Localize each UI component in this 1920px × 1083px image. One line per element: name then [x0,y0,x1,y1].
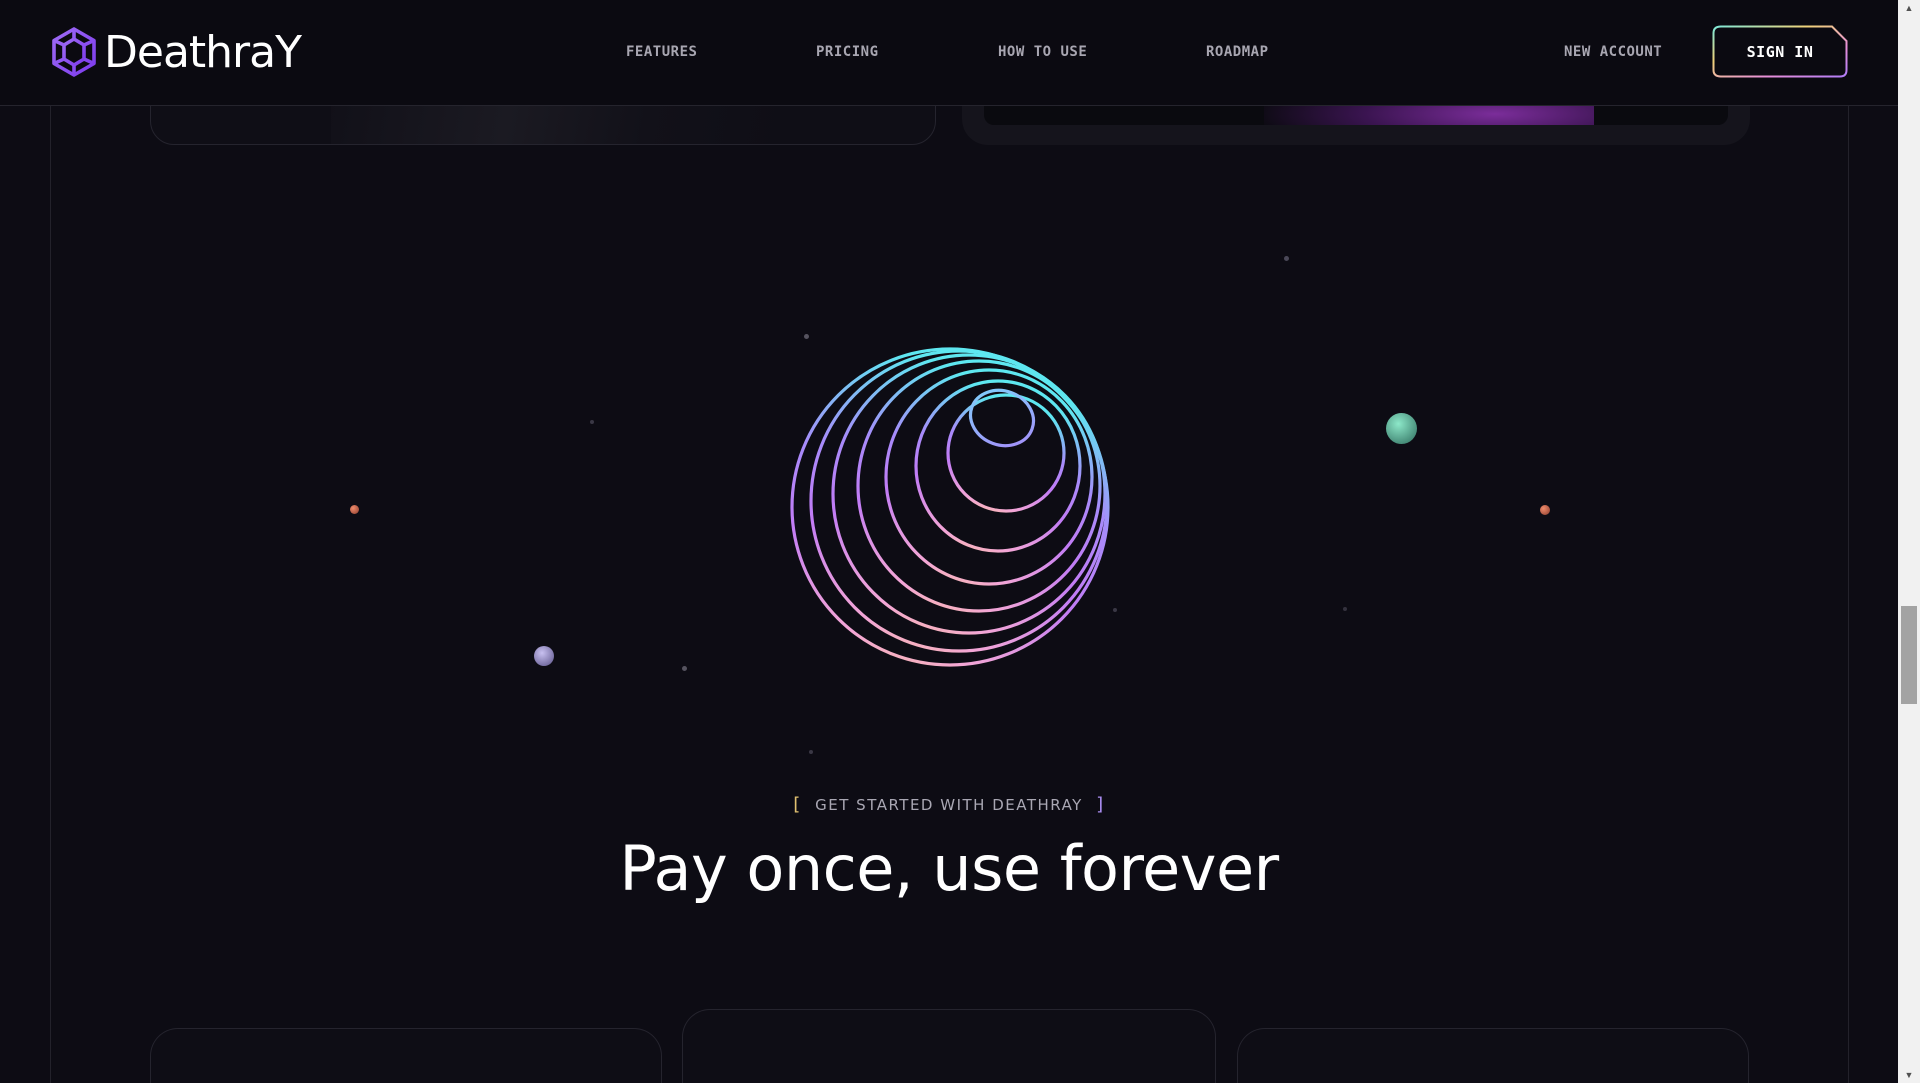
pricing-card-center [682,1009,1216,1083]
hex-knot-icon [52,27,96,77]
eyebrow-bracket-close: ] [1094,794,1108,815]
eyebrow-bracket-open: [ [790,794,804,815]
star-dot [804,334,809,339]
pricing-card-left [150,1028,662,1083]
logo[interactable]: DeathraY [48,26,302,78]
frame-line-left [50,105,51,1083]
new-account-link[interactable]: NEW ACCOUNT [1564,44,1662,60]
planet-dot [350,505,359,514]
planet-dot [1540,505,1550,515]
star-dot [590,420,594,424]
section-headline: Pay once, use forever [619,832,1279,905]
sign-in-label: SIGN IN [1746,42,1814,61]
planet-dot [534,646,554,666]
planet-dot [1386,413,1417,444]
star-dot [809,750,813,754]
nav-features[interactable]: FEATURES [626,44,697,60]
pricing-card-right [1237,1028,1749,1083]
vertical-scrollbar[interactable]: ▲ ▼ [1898,0,1920,1083]
eyebrow-text: GET STARTED WITH DEATHRAY [815,796,1083,814]
star-dot [1284,256,1289,261]
top-navbar: DeathraY FEATURES PRICING HOW TO USE ROA… [0,0,1898,106]
sign-in-button[interactable]: SIGN IN [1712,25,1848,78]
triangle-down-icon[interactable]: ▼ [1898,1067,1920,1083]
frame-line-right [1848,105,1849,1083]
scrollbar-thumb[interactable] [1901,606,1917,704]
nav-how-to-use[interactable]: HOW TO USE [998,44,1087,60]
gradient-ring-sphere [790,347,1110,667]
nav-pricing[interactable]: PRICING [816,44,879,60]
brand-name: DeathraY [104,26,302,78]
star-dot [682,666,687,671]
nav-roadmap[interactable]: ROADMAP [1206,44,1269,60]
star-dot [1343,607,1347,611]
page: DeathraY FEATURES PRICING HOW TO USE ROA… [0,0,1898,1083]
section-eyebrow: [ GET STARTED WITH DEATHRAY] [0,794,1898,815]
triangle-up-icon[interactable]: ▲ [1898,0,1920,16]
